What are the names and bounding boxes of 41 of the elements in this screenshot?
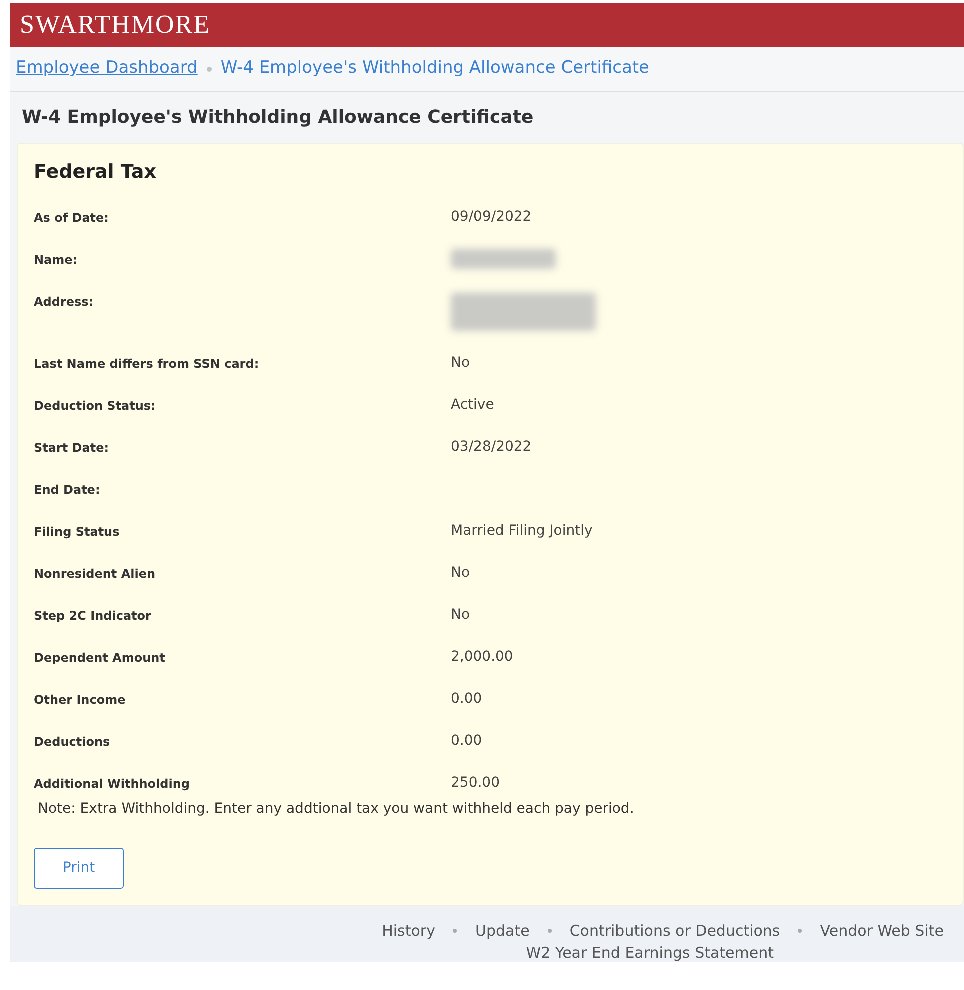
link-separator <box>453 928 458 933</box>
field-label: Other Income <box>34 692 127 708</box>
print-button[interactable]: Print <box>34 848 124 888</box>
field-value: 03/28/2022 <box>451 438 532 456</box>
link-separator <box>548 928 552 933</box>
note-text: Note: Extra Withholding. Enter any addtional tax you want withheld each pay period. <box>38 800 636 818</box>
field-label: Address: <box>34 294 95 310</box>
breadcrumb-separator <box>206 66 212 72</box>
field-value: No <box>451 564 470 582</box>
footer-link[interactable]: Contributions or Deductions <box>570 920 780 942</box>
link-separator <box>798 928 802 933</box>
page-title: W-4 Employee's Withholding Allowance Certificate <box>10 92 964 143</box>
field-value: Married Filing Jointly <box>451 522 593 540</box>
card-title: Federal Tax <box>34 160 158 185</box>
footer-link[interactable]: Update <box>475 920 530 942</box>
field-value: No <box>451 354 470 372</box>
field-label: Step 2C Indicator <box>34 608 152 624</box>
field-label: Start Date: <box>34 440 110 456</box>
field-label: Deductions <box>34 734 112 750</box>
field-label: Last Name differs from SSN card: <box>34 356 260 372</box>
field-value: 0.00 <box>451 732 482 750</box>
field-label: Filing Status <box>34 524 121 540</box>
footer-link[interactable]: Vendor Web Site <box>820 920 944 942</box>
field-value: 09/09/2022 <box>451 208 532 226</box>
field-value: No <box>451 606 470 624</box>
field-label: Deduction Status: <box>34 398 157 414</box>
breadcrumb-link[interactable]: Employee Dashboard <box>16 56 198 82</box>
field-label: Name: <box>34 252 79 268</box>
footer-link[interactable]: History <box>382 920 436 942</box>
footer-link[interactable]: W2 Year End Earnings Statement <box>526 944 774 962</box>
breadcrumb-link[interactable]: W-4 Employee's Withholding Allowance Certificate <box>220 56 650 82</box>
field-value: 0.00 <box>451 690 482 708</box>
field-value: 250.00 <box>451 774 500 792</box>
field-value: Active <box>451 396 494 414</box>
logo[interactable]: SWARTHMORE <box>20 10 210 39</box>
field-label: End Date: <box>34 482 102 498</box>
field-label: As of Date: <box>34 210 110 226</box>
field-label: Additional Withholding <box>34 776 191 792</box>
field-label: Dependent Amount <box>34 650 166 666</box>
field-label: Nonresident Alien <box>34 566 157 582</box>
field-value: 2,000.00 <box>451 648 514 666</box>
